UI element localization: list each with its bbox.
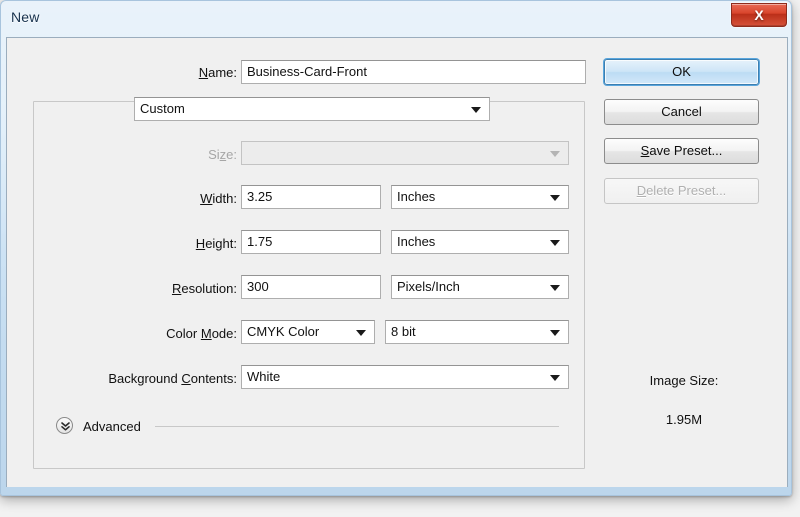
screen: New X Name: Business-Card-Front Preset: …: [0, 0, 800, 517]
height-unit-dropdown[interactable]: Inches: [391, 230, 569, 254]
cancel-button[interactable]: Cancel: [604, 99, 759, 125]
size-label: Size:: [208, 147, 237, 162]
height-unit-value: Inches: [397, 234, 436, 249]
chevron-down-icon: [550, 285, 560, 291]
chevron-down-icon: [550, 151, 560, 157]
title-bar: New X: [1, 1, 791, 37]
resolution-unit-dropdown[interactable]: Pixels/Inch: [391, 275, 569, 299]
close-icon[interactable]: X: [731, 3, 787, 27]
color-mode-dropdown[interactable]: CMYK Color: [241, 320, 375, 344]
new-document-dialog: New X Name: Business-Card-Front Preset: …: [0, 0, 792, 496]
chevron-down-icon: [550, 375, 560, 381]
preset-dropdown[interactable]: Custom: [134, 97, 490, 121]
resolution-unit-value: Pixels/Inch: [397, 279, 460, 294]
background-contents-label: Background Contents:: [108, 371, 237, 386]
preset-value: Custom: [140, 101, 185, 116]
width-label: Width:: [200, 191, 237, 206]
chevron-down-icon: [356, 330, 366, 336]
name-input[interactable]: Business-Card-Front: [241, 60, 586, 84]
bit-depth-value: 8 bit: [391, 324, 416, 339]
chevron-down-icon: [550, 330, 560, 336]
image-size-label: Image Size:: [649, 373, 719, 388]
image-size-value: 1.95M: [665, 412, 703, 427]
chevron-down-icon: [471, 107, 481, 113]
height-input[interactable]: 1.75: [241, 230, 381, 254]
chevron-down-icon: [550, 240, 560, 246]
dialog-client-area: Name: Business-Card-Front Preset: Custom…: [6, 37, 788, 487]
ok-button[interactable]: OK: [604, 59, 759, 85]
width-unit-dropdown[interactable]: Inches: [391, 185, 569, 209]
chevron-double-down-icon[interactable]: [56, 417, 73, 434]
width-unit-value: Inches: [397, 189, 436, 204]
resolution-input[interactable]: 300: [241, 275, 381, 299]
save-preset-button[interactable]: Save Preset...: [604, 138, 759, 164]
background-contents-value: White: [247, 369, 281, 384]
window-title: New: [11, 9, 40, 25]
advanced-divider: [155, 426, 559, 427]
background-contents-dropdown[interactable]: White: [241, 365, 569, 389]
color-mode-label: Color Mode:: [166, 326, 237, 341]
height-label: Height:: [195, 236, 237, 251]
width-input[interactable]: 3.25: [241, 185, 381, 209]
delete-preset-button: Delete Preset...: [604, 178, 759, 204]
name-label: Name:: [198, 65, 237, 80]
size-dropdown: [241, 141, 569, 165]
chevron-down-icon: [550, 195, 560, 201]
advanced-label[interactable]: Advanced: [83, 419, 141, 434]
bit-depth-dropdown[interactable]: 8 bit: [385, 320, 569, 344]
resolution-label: Resolution:: [171, 281, 237, 296]
color-mode-value: CMYK Color: [247, 324, 320, 339]
